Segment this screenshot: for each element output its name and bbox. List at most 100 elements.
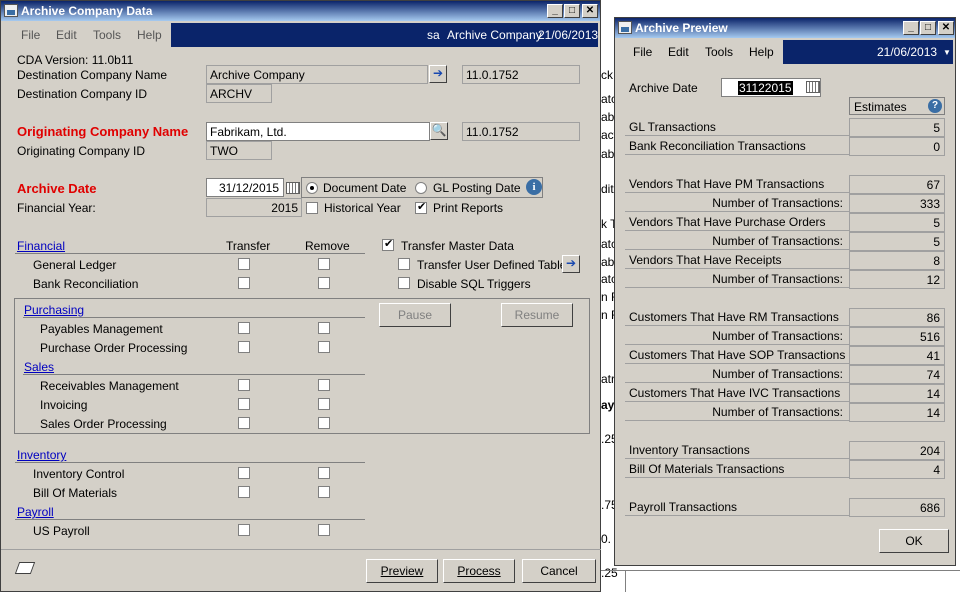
- chevron-down-icon[interactable]: ▼: [943, 48, 951, 57]
- close-icon[interactable]: ✕: [582, 4, 598, 18]
- print-reports-checkbox[interactable]: [415, 200, 427, 214]
- cancel-button[interactable]: Cancel: [522, 559, 596, 583]
- preview-row-label: Customers That Have RM Transactions: [629, 310, 839, 324]
- preview-row-divider: [625, 268, 849, 269]
- bom-remove-checkbox[interactable]: [318, 486, 330, 498]
- bill-of-materials-label: Bill Of Materials: [33, 486, 118, 500]
- sales-order-processing-label: Sales Order Processing: [40, 417, 167, 431]
- historical-year-checkbox[interactable]: [306, 202, 318, 214]
- general-ledger-remove-checkbox[interactable]: [318, 258, 330, 270]
- maximize-icon[interactable]: □: [564, 4, 580, 18]
- status-company: Archive Company: [447, 28, 542, 42]
- payroll-link[interactable]: Payroll: [17, 505, 54, 519]
- inventory-control-remove-checkbox[interactable]: [318, 467, 330, 479]
- payables-transfer-checkbox[interactable]: [238, 322, 250, 334]
- us-payroll-label: US Payroll: [33, 524, 90, 538]
- document-date-radio[interactable]: [306, 182, 318, 194]
- preview-row-value: 0: [849, 137, 945, 156]
- preview-row-divider: [625, 515, 849, 516]
- preview-button[interactable]: Preview: [366, 559, 438, 583]
- menu-tools[interactable]: Tools: [93, 28, 121, 42]
- preview-archive-date-label: Archive Date: [629, 81, 698, 95]
- menu-edit[interactable]: Edit: [668, 45, 689, 59]
- status-date: 21/06/2013: [538, 28, 599, 42]
- receivables-remove-checkbox[interactable]: [318, 379, 330, 391]
- inventory-link[interactable]: Inventory: [17, 448, 66, 462]
- note-icon[interactable]: [14, 562, 36, 574]
- sales-link[interactable]: Sales: [24, 360, 54, 374]
- transfer-user-defined-tables-checkbox[interactable]: [398, 258, 410, 270]
- sop-transfer-checkbox[interactable]: [238, 417, 250, 429]
- main-window-title: Archive Company Data: [21, 4, 153, 18]
- preview-row-value: 74: [849, 365, 945, 384]
- orig-company-name-input[interactable]: Fabrikam, Ltd.: [206, 122, 430, 141]
- menu-edit[interactable]: Edit: [56, 28, 77, 42]
- close-icon[interactable]: ✕: [938, 21, 954, 35]
- transfer-master-data-label: Transfer Master Data: [401, 239, 514, 253]
- info-icon[interactable]: i: [526, 179, 542, 195]
- menu-tools[interactable]: Tools: [705, 45, 733, 59]
- preview-row-value: 86: [849, 308, 945, 327]
- disable-sql-triggers-checkbox[interactable]: [398, 277, 410, 289]
- pop-remove-checkbox[interactable]: [318, 341, 330, 353]
- preview-row-label: GL Transactions: [629, 120, 716, 134]
- arrow-right-icon[interactable]: ➔: [429, 65, 447, 83]
- pause-button[interactable]: Pause: [379, 303, 451, 327]
- help-icon[interactable]: ?: [928, 99, 942, 113]
- preview-menu-bar: File Edit Tools Help 21/06/2013 ▼: [615, 40, 955, 64]
- preview-row-value: 14: [849, 384, 945, 403]
- bg-grid-line: [625, 570, 626, 592]
- preview-row-label: Number of Transactions:: [712, 405, 843, 419]
- financial-year-field: 2015: [206, 198, 302, 217]
- receivables-transfer-checkbox[interactable]: [238, 379, 250, 391]
- minimize-icon[interactable]: _: [903, 21, 919, 35]
- invoicing-transfer-checkbox[interactable]: [238, 398, 250, 410]
- preview-row-divider: [625, 287, 849, 288]
- sop-remove-checkbox[interactable]: [318, 417, 330, 429]
- status-user: sa: [427, 28, 440, 42]
- bg-fragment: ab: [601, 147, 615, 161]
- invoicing-remove-checkbox[interactable]: [318, 398, 330, 410]
- lookup-magnifier-icon[interactable]: 🔍: [430, 122, 448, 140]
- us-payroll-transfer-checkbox[interactable]: [238, 524, 250, 536]
- preview-row-label: Payroll Transactions: [629, 500, 738, 514]
- inventory-control-transfer-checkbox[interactable]: [238, 467, 250, 479]
- preview-row-divider: [625, 382, 849, 383]
- preview-row-value: 516: [849, 327, 945, 346]
- bg-fragment: ay: [601, 398, 615, 412]
- us-payroll-remove-checkbox[interactable]: [318, 524, 330, 536]
- maximize-icon[interactable]: □: [920, 21, 936, 35]
- purchasing-link[interactable]: Purchasing: [24, 303, 84, 317]
- invoicing-label: Invoicing: [40, 398, 88, 412]
- bank-reconciliation-remove-checkbox[interactable]: [318, 277, 330, 289]
- preview-row-label: Number of Transactions:: [712, 196, 843, 210]
- calendar-icon[interactable]: [286, 182, 300, 194]
- pop-transfer-checkbox[interactable]: [238, 341, 250, 353]
- bom-transfer-checkbox[interactable]: [238, 486, 250, 498]
- menu-file[interactable]: File: [633, 45, 652, 59]
- receivables-management-label: Receivables Management: [40, 379, 179, 393]
- archive-date-input[interactable]: 31/12/2015: [206, 178, 284, 197]
- resume-button[interactable]: Resume: [501, 303, 573, 327]
- bg-fragment: .25: [601, 566, 618, 580]
- menu-help[interactable]: Help: [749, 45, 774, 59]
- financial-year-label: Financial Year:: [17, 201, 96, 215]
- ok-button[interactable]: OK: [879, 529, 949, 553]
- general-ledger-transfer-checkbox[interactable]: [238, 258, 250, 270]
- menu-file[interactable]: File: [21, 28, 40, 42]
- preview-button-label: Preview: [380, 564, 424, 578]
- preview-row-value: 5: [849, 118, 945, 137]
- minimize-icon[interactable]: _: [547, 4, 563, 18]
- bank-reconciliation-transfer-checkbox[interactable]: [238, 277, 250, 289]
- menu-help[interactable]: Help: [137, 28, 162, 42]
- preview-row-value: 41: [849, 346, 945, 365]
- process-button[interactable]: Process: [443, 559, 515, 583]
- process-button-label: Process: [457, 564, 501, 578]
- financial-link[interactable]: Financial: [17, 239, 65, 253]
- arrow-right-icon[interactable]: ➔: [562, 255, 580, 273]
- payables-remove-checkbox[interactable]: [318, 322, 330, 334]
- transfer-master-data-checkbox[interactable]: [382, 237, 394, 251]
- calendar-icon[interactable]: [806, 81, 820, 93]
- gl-posting-date-radio[interactable]: [415, 182, 427, 194]
- transfer-column-header: Transfer: [226, 239, 271, 253]
